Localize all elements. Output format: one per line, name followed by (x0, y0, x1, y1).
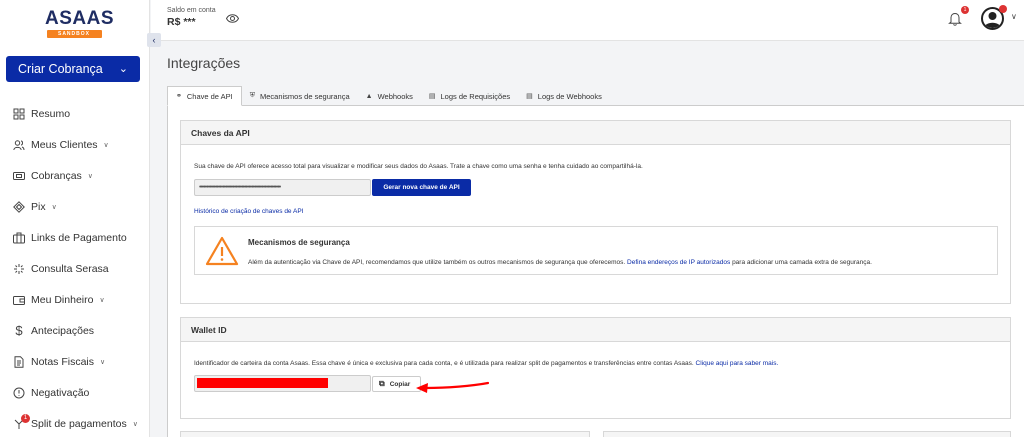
wallet-description-text: Identificador de carteira da conta Asaas… (194, 360, 694, 367)
generate-api-key-button[interactable]: Gerar nova chave de API (372, 179, 471, 196)
tab-label: Logs de Requisições (440, 91, 511, 101)
tab-label: Webhooks (377, 91, 413, 101)
api-key-field[interactable]: ••••••••••••••••••••••••••••••••••••••••… (194, 179, 371, 196)
chevron-down-icon: ∨ (87, 172, 93, 180)
api-description: Sua chave de API oferece acesso total pa… (194, 163, 643, 170)
card-title: Wallet ID (181, 318, 1010, 342)
api-keys-card: Chaves da API (180, 120, 1011, 304)
sidebar-item-consulta-serasa[interactable]: Consulta Serasa (0, 253, 150, 284)
tab-label: Chave de API (186, 91, 233, 101)
bell-icon: ▲ (365, 92, 373, 100)
sidebar-item-negativacao[interactable]: Negativação (0, 377, 150, 408)
wallet-id-field[interactable] (194, 375, 371, 392)
negativation-icon (13, 387, 25, 399)
tab-logs-de-webhooks[interactable]: ▤ Logs de Webhooks (518, 86, 610, 106)
card-title: Chaves da API (181, 121, 1010, 145)
sidebar-item-label: Links de Pagamento (31, 231, 127, 244)
security-notice-title: Mecanismos de segurança (248, 238, 350, 247)
shield-icon: ⛨ (249, 92, 255, 99)
bottom-card-right (603, 431, 1011, 437)
sandbox-badge: SANDBOX (46, 30, 102, 38)
chevron-down-icon: ∨ (99, 296, 105, 304)
chevron-down-icon: ∨ (132, 420, 138, 428)
sidebar-item-label: Antecipações (31, 324, 95, 337)
sidebar-item-meus-clientes[interactable]: Meus Clientes ∨ (0, 129, 150, 160)
warning-icon (205, 236, 239, 266)
tab-label: Mecanismos de segurança (260, 91, 350, 101)
sidebar-item-label: Resumo (31, 107, 71, 120)
log-icon: ▤ (526, 93, 533, 100)
sidebar-nav: Resumo Meus Clientes ∨ Cobranças ∨ Pix ∨… (0, 98, 150, 437)
tab-bar: ⚭ Chave de API ⛨ Mecanismos de segurança… (167, 86, 1024, 106)
sidebar-item-label: Negativação (31, 386, 90, 399)
eye-icon[interactable] (226, 13, 239, 24)
chevron-down-icon[interactable]: ∨ (1011, 12, 1017, 21)
sidebar-item-label: Cobranças (31, 169, 82, 182)
key-icon: ⚭ (176, 93, 182, 100)
tab-chave-de-api[interactable]: ⚭ Chave de API (167, 86, 242, 106)
tab-logs-de-requisicoes[interactable]: ▤ Logs de Requisições (421, 86, 518, 106)
security-notice-text: Além da autenticação via Chave de API, r… (248, 259, 872, 266)
document-icon (13, 355, 25, 368)
user-icon (984, 12, 1001, 28)
sidebar-item-links-de-pagamento[interactable]: Links de Pagamento (0, 222, 150, 253)
sidebar-item-antecipacoes[interactable]: $ Antecipações (0, 315, 150, 346)
create-charge-button[interactable]: Criar Cobrança ⌄ (6, 56, 140, 82)
sidebar-item-resumo[interactable]: Resumo (0, 98, 150, 129)
ticket-icon (13, 170, 25, 182)
link-box-icon (13, 232, 25, 244)
wallet-description: Identificador de carteira da conta Asaas… (194, 360, 778, 367)
tab-mecanismos-de-seguranca[interactable]: ⛨ Mecanismos de segurança (242, 86, 358, 106)
notification-badge: 1 (961, 6, 969, 14)
log-icon: ▤ (428, 93, 436, 100)
sidebar-item-split-de-pagamentos[interactable]: 1 Split de pagamentos ∨ (0, 408, 150, 437)
redaction-box (197, 378, 328, 388)
sidebar-item-meu-dinheiro[interactable]: Meu Dinheiro ∨ (0, 284, 150, 315)
copy-icon: ⧉ (379, 379, 385, 388)
security-notice-tail: para adicionar uma camada extra de segur… (732, 259, 872, 266)
notification-bell-icon[interactable] (948, 11, 962, 26)
authorized-ip-link[interactable]: Defina endereços de IP autorizados (627, 259, 730, 266)
copy-label: Copiar (389, 380, 411, 388)
chevron-down-icon: ⌄ (118, 63, 128, 75)
balance-label: Saldo em conta (167, 7, 216, 14)
topbar: Saldo em conta R$ *** 1 ∨ (151, 0, 1024, 41)
sidebar-item-pix[interactable]: Pix ∨ (0, 191, 150, 222)
wallet-learn-more-link[interactable]: Clique aqui para saber mais. (696, 360, 779, 367)
sidebar-item-cobrancas[interactable]: Cobranças ∨ (0, 160, 150, 191)
grid-icon (13, 108, 25, 120)
security-notice-body: Além da autenticação via Chave de API, r… (248, 259, 626, 266)
split-badge: 1 (21, 414, 30, 423)
pix-icon (13, 200, 25, 213)
balance-value: R$ *** (167, 16, 196, 28)
bottom-card-left (180, 431, 590, 437)
tab-webhooks[interactable]: ▲ Webhooks (358, 86, 421, 106)
tab-label: Logs de Webhooks (537, 91, 602, 101)
sidebar: ASAAS SANDBOX Criar Cobrança ⌄ Resumo Me… (0, 0, 150, 437)
api-key-history-link[interactable]: Histórico de criação de chaves de API (194, 208, 303, 215)
sparkle-icon (13, 263, 25, 275)
chevron-down-icon: ∨ (103, 141, 109, 149)
sidebar-item-label: Pix (31, 200, 46, 213)
asaas-logo[interactable]: ASAAS SANDBOX (45, 8, 115, 40)
create-charge-label: Criar Cobrança (18, 62, 103, 76)
sidebar-item-label: Meu Dinheiro (31, 293, 94, 306)
sidebar-item-label: Notas Fiscais (31, 355, 95, 368)
annotation-arrow (416, 381, 490, 393)
avatar-badge (999, 5, 1007, 13)
chevron-down-icon: ∨ (100, 358, 106, 366)
page-title: Integrações (167, 55, 241, 71)
collapse-sidebar-button[interactable]: ‹ (147, 33, 161, 47)
wallet-icon (13, 294, 25, 306)
sidebar-item-label: Meus Clientes (31, 138, 98, 151)
logo-text: ASAAS (45, 8, 115, 29)
sidebar-item-notas-fiscais[interactable]: Notas Fiscais ∨ (0, 346, 150, 377)
users-icon (13, 139, 25, 151)
sidebar-item-label: Split de pagamentos (31, 417, 127, 430)
sidebar-item-label: Consulta Serasa (31, 262, 109, 275)
chevron-down-icon: ∨ (51, 203, 57, 211)
dollar-icon: $ (15, 323, 23, 338)
security-notice (194, 226, 998, 275)
wallet-id-card: Wallet ID (180, 317, 1011, 419)
